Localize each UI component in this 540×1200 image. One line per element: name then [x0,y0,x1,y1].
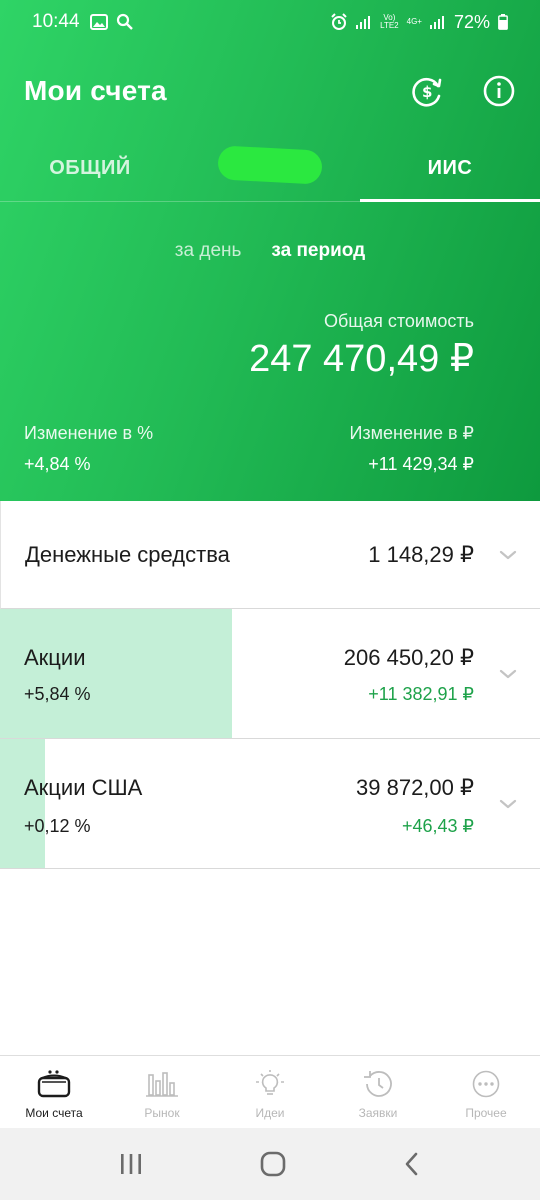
tab-account-hidden[interactable] [180,134,360,202]
share-bar [0,609,233,738]
svg-text:$: $ [422,83,432,101]
lightbulb-icon [256,1070,284,1095]
battery-icon [498,14,508,30]
bar-chart-icon [146,1072,178,1097]
back-icon[interactable] [402,1151,422,1177]
nav-label: Прочее [465,1106,507,1120]
history-icon [364,1071,392,1097]
nav-label: Заявки [358,1106,398,1120]
status-bar: 10:44 Vo) LTE2 4G+ 72% [0,0,540,44]
nav-orders[interactable]: Заявки [324,1056,432,1128]
asset-amount: 39 872,00 ₽ [356,775,474,800]
search-icon [116,13,133,30]
battery-level: 72% [453,11,490,32]
change-rub-value: +11 429,34 ₽ [368,454,474,474]
system-navigation-bar [0,1128,540,1200]
asset-change-rub: +46,43 ₽ [401,816,474,836]
change-percent-value: +4,84 % [24,454,91,474]
total-value-label: Общая стоимость [324,311,474,331]
tab-general-label: ОБЩИЙ [49,156,131,179]
nav-more[interactable]: Прочее [432,1056,540,1128]
tab-iis-label: ИИС [427,156,473,179]
total-value: 247 470,49 ₽ [249,338,474,380]
list-item-cash[interactable]: Денежные средства 1 148,29 ₽ [0,501,540,609]
nav-ideas[interactable]: Идеи [216,1056,324,1128]
wallet-icon [37,1070,71,1098]
asset-change-rub: +11 382,91 ₽ [368,684,474,704]
tab-general[interactable]: ОБЩИЙ [0,134,180,202]
more-icon [472,1070,500,1098]
period-day-toggle[interactable]: за день [175,240,242,274]
home-icon[interactable] [259,1150,287,1178]
status-time: 10:44 [32,11,80,32]
asset-change-percent: +5,84 % [24,684,91,704]
signal-icon [356,16,371,29]
nav-market[interactable]: Рынок [108,1056,216,1128]
volte-indicator: Vo) LTE2 [380,13,399,30]
asset-name: Акции [24,645,86,670]
period-switch: за день за период [0,240,540,274]
page-title: Мои счета [24,75,167,106]
recent-apps-icon[interactable] [118,1152,144,1176]
currency-exchange-icon: $ [412,77,442,107]
change-percent-label: Изменение в % [24,423,154,443]
alarm-icon [331,13,347,30]
bottom-navigation: Мои счета Рынок Идеи Заявки Прочее [0,1055,540,1128]
gallery-icon [89,14,108,30]
nav-label: Идеи [255,1106,285,1120]
info-icon [483,75,515,107]
signal-icon-2 [429,16,444,29]
currency-exchange-button[interactable]: $ [410,74,444,108]
tabs-divider [0,201,540,202]
network-type: 4G+ [406,17,422,26]
info-button[interactable] [482,74,516,108]
asset-name: Акции США [24,775,143,800]
app-bar: Мои счета $ [24,66,516,116]
chevron-down-icon [499,550,517,560]
nav-my-accounts[interactable]: Мои счета [0,1056,108,1128]
redaction-mark [217,145,323,185]
account-tabs: ОБЩИЙ ИИС [0,134,540,202]
tab-iis[interactable]: ИИС [360,134,540,202]
asset-amount: 1 148,29 ₽ [368,542,474,567]
nav-label: Рынок [144,1106,180,1120]
accounts-header: 10:44 Vo) LTE2 4G+ 72% Мои счета $ ОБЩИЙ… [0,0,540,501]
list-item-stocks[interactable]: Акции +5,84 % 206 450,20 ₽ +11 382,91 ₽ [0,609,540,739]
list-item-us-stocks[interactable]: Акции США +0,12 % 39 872,00 ₽ +46,43 ₽ [0,739,540,869]
change-rub-label: Изменение в ₽ [349,423,474,443]
chevron-down-icon [499,669,517,679]
asset-amount: 206 450,20 ₽ [343,645,474,670]
chevron-down-icon [499,799,517,809]
nav-label: Мои счета [25,1106,83,1120]
asset-change-percent: +0,12 % [24,816,91,836]
period-range-toggle[interactable]: за период [271,240,365,274]
share-bar [0,739,45,868]
asset-name: Денежные средства [25,542,230,567]
